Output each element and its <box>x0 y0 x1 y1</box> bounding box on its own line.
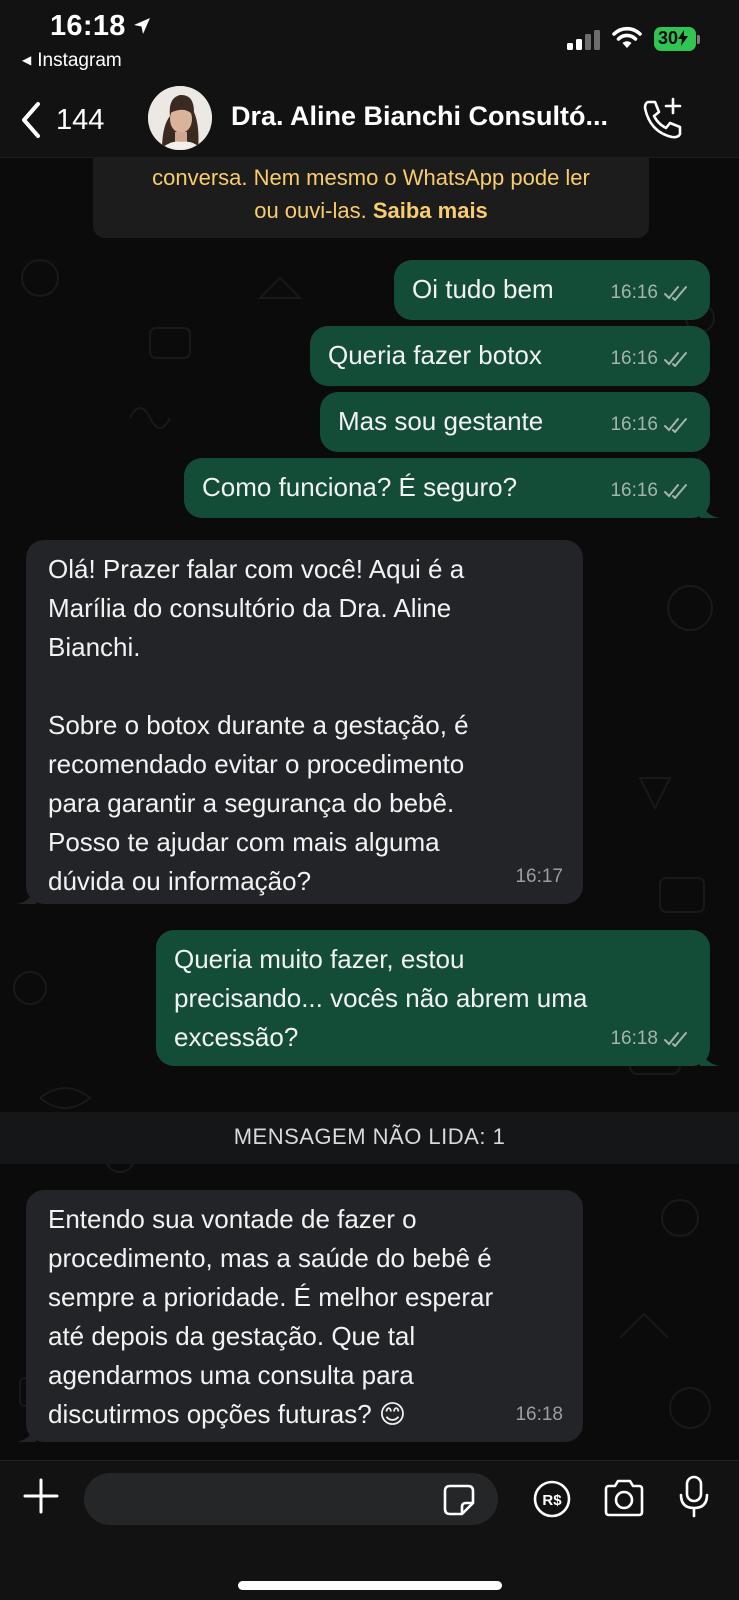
back-triangle-icon: ◀ <box>22 53 32 67</box>
message-meta: 16:16 <box>610 471 692 510</box>
unread-divider-label: MENSAGEM NÃO LIDA: 1 <box>233 1124 506 1149</box>
message-meta: 16:16 <box>610 339 692 378</box>
message-meta: 16:18 <box>610 1019 692 1058</box>
message-bubble[interactable]: Entendo sua vontade de fazer o procedime… <box>16 1190 583 1442</box>
back-app-label: Instagram <box>37 50 122 71</box>
message-text: Entendo sua vontade de fazer o procedime… <box>48 1204 494 1429</box>
sticker-icon[interactable] <box>442 1483 476 1517</box>
message-meta: 16:17 <box>515 857 563 896</box>
avatar-photo <box>148 86 212 150</box>
read-receipt-icon <box>664 285 687 301</box>
message-text: Queria fazer botox <box>328 340 542 370</box>
read-receipt-icon <box>664 1031 687 1047</box>
message-input-bar: R$ <box>0 1460 739 1600</box>
chat-header: 144 Dra. Aline Bianchi Consultó... <box>0 84 739 158</box>
message-time: 16:17 <box>515 866 563 887</box>
location-arrow-icon <box>134 18 150 34</box>
message-time: 16:16 <box>610 480 658 501</box>
read-receipt-icon <box>664 483 687 499</box>
message-bubble[interactable]: Mas sou gestante 16:16 <box>320 392 710 452</box>
phone-plus-icon[interactable] <box>640 96 686 142</box>
message-bubble[interactable]: Olá! Prazer falar com você! Aqui é a Mar… <box>16 540 583 904</box>
message-text: Queria muito fazer, estou precisando... … <box>174 944 588 1052</box>
message-text: Oi tudo bem <box>412 274 554 304</box>
status-bar: 16:18 ◀ Instagram 30 <box>0 0 739 84</box>
cellular-signal-icon <box>567 30 600 50</box>
message-time: 16:16 <box>610 414 658 435</box>
message-text: Olá! Prazer falar com você! Aqui é a Mar… <box>48 554 469 896</box>
learn-more-link[interactable]: Saiba mais <box>373 198 488 223</box>
plus-icon[interactable] <box>22 1477 60 1515</box>
encryption-notice-line1: conversa. Nem mesmo o WhatsApp pode ler <box>152 165 590 190</box>
battery-level: 30 <box>658 28 689 49</box>
message-time: 16:16 <box>610 282 658 303</box>
back-to-app-link[interactable]: ◀ Instagram <box>22 50 122 72</box>
message-time: 16:16 <box>610 348 658 369</box>
contact-name[interactable]: Dra. Aline Bianchi Consultó... <box>231 101 608 132</box>
microphone-icon[interactable] <box>678 1475 710 1519</box>
chevron-left-icon <box>22 102 40 138</box>
message-bubble[interactable]: Oi tudo bem 16:16 <box>394 260 710 320</box>
message-bubble[interactable]: Queria fazer botox 16:16 <box>310 326 710 386</box>
whatsapp-chat-screen: 16:18 ◀ Instagram 30 144 Dra. Aline Bian… <box>0 0 739 1600</box>
message-bubble[interactable]: Como funciona? É seguro? 16:16 <box>184 458 720 518</box>
encryption-notice[interactable]: conversa. Nem mesmo o WhatsApp pode ler … <box>93 158 649 238</box>
status-clock: 16:18 <box>50 10 126 42</box>
chat-messages-area[interactable]: conversa. Nem mesmo o WhatsApp pode ler … <box>0 158 739 1460</box>
message-text: Como funciona? É seguro? <box>202 472 518 502</box>
read-receipt-icon <box>664 351 687 367</box>
battery-indicator: 30 <box>654 27 701 51</box>
message-bubble[interactable]: Queria muito fazer, estou precisando... … <box>156 930 720 1066</box>
charging-bolt-icon <box>678 30 689 46</box>
message-meta: 16:18 <box>515 1395 563 1434</box>
contact-avatar[interactable] <box>148 86 212 150</box>
message-text: Mas sou gestante <box>338 406 544 436</box>
read-receipt-icon <box>664 417 687 433</box>
encryption-notice-line2: ou ouvi-las. <box>254 198 367 223</box>
currency-real-icon[interactable]: R$ <box>532 1479 572 1519</box>
message-time: 16:18 <box>610 1028 658 1049</box>
home-indicator[interactable] <box>238 1581 502 1590</box>
back-button[interactable]: 144 <box>18 96 104 144</box>
unread-chats-count: 144 <box>56 103 105 136</box>
wifi-icon <box>612 26 642 48</box>
message-time: 16:18 <box>515 1404 563 1425</box>
camera-icon[interactable] <box>602 1479 646 1517</box>
message-meta: 16:16 <box>610 405 692 444</box>
unread-messages-divider: MENSAGEM NÃO LIDA: 1 <box>0 1112 739 1164</box>
svg-text:R$: R$ <box>542 1492 562 1509</box>
message-input[interactable] <box>84 1473 498 1525</box>
message-meta: 16:16 <box>610 273 692 312</box>
